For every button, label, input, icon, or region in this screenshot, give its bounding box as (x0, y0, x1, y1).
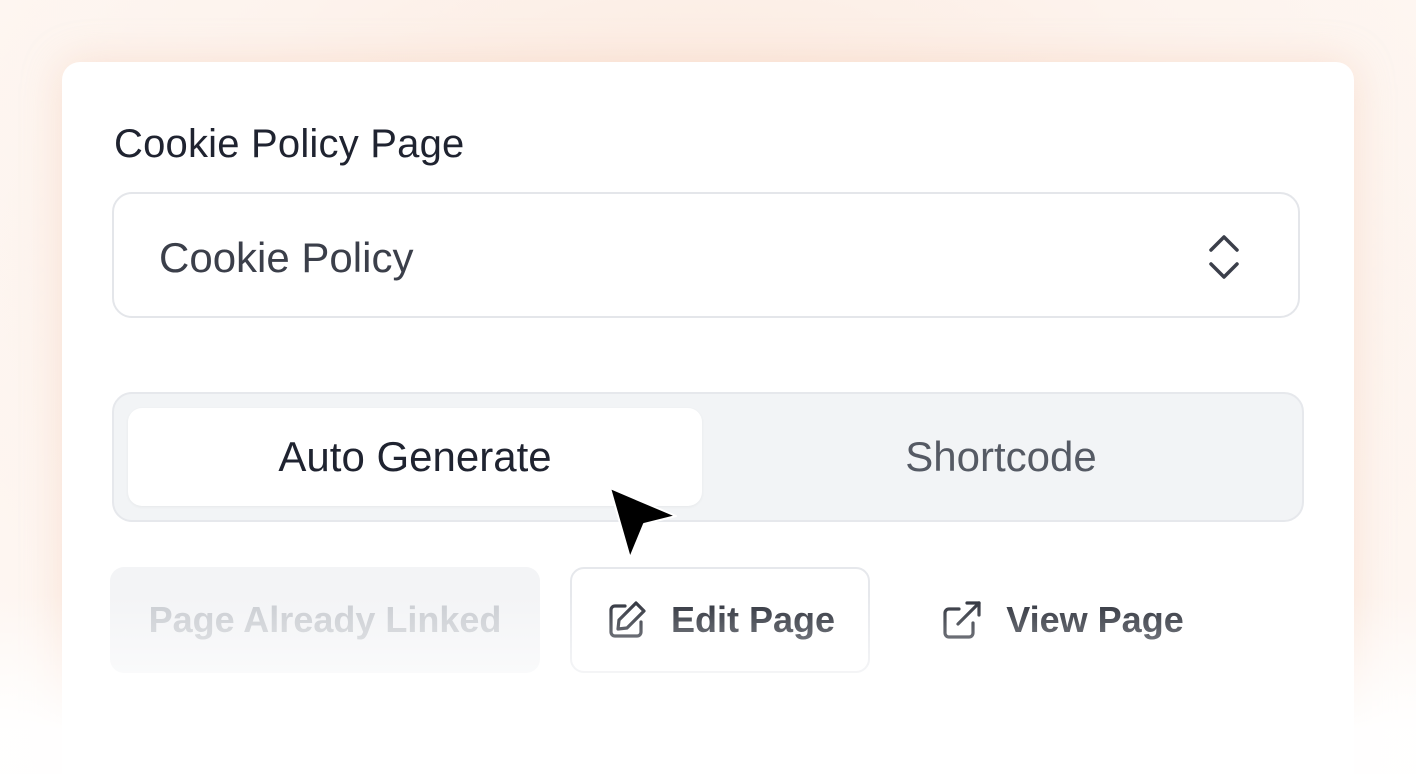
field-label: Cookie Policy Page (114, 122, 465, 166)
toggle-shortcode[interactable]: Shortcode (706, 408, 1296, 506)
pencil-square-icon (609, 601, 646, 638)
page-select[interactable]: Cookie Policy (112, 192, 1300, 318)
settings-card: Cookie Policy Page Cookie Policy Auto Ge… (62, 62, 1354, 774)
page-already-linked-label: Page Already Linked (148, 599, 502, 640)
page-already-linked-button: Page Already Linked (110, 567, 540, 673)
view-page-label: View Page (1006, 599, 1184, 640)
chevrons-up-down-icon (1209, 235, 1239, 279)
edit-page-label: Edit Page (670, 599, 836, 640)
external-link-icon (943, 601, 981, 639)
edit-page-button[interactable]: Edit Page (570, 567, 870, 673)
select-value: Cookie Policy (159, 234, 414, 281)
mouse-pointer-icon (609, 487, 677, 559)
mode-toggle: Auto Generate Shortcode (112, 392, 1304, 522)
view-page-link[interactable]: View Page (922, 567, 1202, 673)
